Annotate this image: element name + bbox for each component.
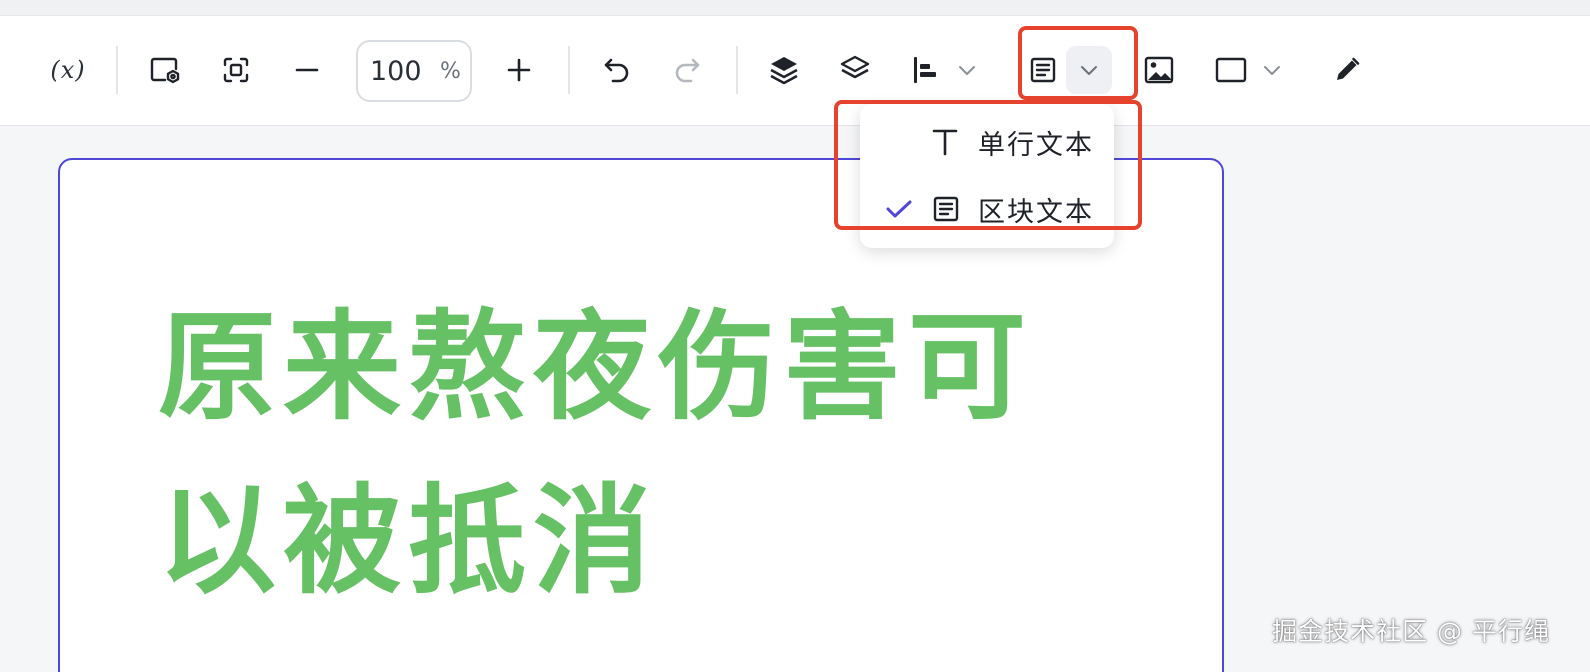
zoom-input[interactable]: 100 % bbox=[356, 40, 472, 102]
menu-item-label: 区块文本 bbox=[978, 196, 1094, 228]
preview-screen-icon bbox=[150, 57, 180, 84]
zoom-value: 100 bbox=[370, 55, 422, 87]
layer-up-icon bbox=[770, 57, 798, 85]
fit-screen-icon bbox=[223, 57, 249, 83]
minus-icon bbox=[295, 68, 319, 72]
toolbar-divider bbox=[116, 46, 118, 94]
image-icon bbox=[1144, 56, 1174, 84]
layers-icon bbox=[840, 55, 870, 83]
text-block-icon bbox=[1030, 57, 1056, 83]
preview-button[interactable] bbox=[149, 56, 181, 84]
fit-screen-button[interactable] bbox=[222, 56, 250, 84]
zoom-in-button[interactable] bbox=[506, 57, 532, 83]
rectangle-icon bbox=[1215, 57, 1247, 83]
zoom-unit: % bbox=[440, 58, 461, 84]
window-top-strip bbox=[0, 0, 1590, 16]
align-left-icon bbox=[914, 57, 936, 83]
variable-icon: (x) bbox=[50, 56, 86, 84]
toolbar-divider bbox=[568, 46, 570, 94]
zoom-out-button[interactable] bbox=[294, 57, 320, 83]
image-tool-button[interactable] bbox=[1144, 56, 1174, 84]
chevron-down-icon bbox=[1264, 66, 1280, 75]
chevron-down-icon bbox=[1081, 66, 1097, 75]
redo-button[interactable] bbox=[672, 56, 702, 84]
text-block-icon bbox=[933, 196, 959, 222]
undo-button[interactable] bbox=[602, 56, 632, 84]
bring-forward-button[interactable] bbox=[769, 55, 799, 85]
text-tool-button[interactable] bbox=[1029, 56, 1057, 84]
align-button[interactable] bbox=[912, 56, 976, 84]
check-icon bbox=[886, 200, 912, 218]
shape-tool-button[interactable] bbox=[1215, 57, 1281, 83]
redo-icon bbox=[675, 58, 700, 83]
pen-icon bbox=[1337, 57, 1360, 80]
variable-button[interactable]: (x) bbox=[50, 56, 85, 84]
text-tool-dropdown-toggle[interactable] bbox=[1066, 46, 1112, 94]
watermark: 掘金技术社区 @ 平行绳 bbox=[1272, 617, 1550, 646]
chevron-down-icon bbox=[959, 66, 975, 75]
plus-icon bbox=[507, 58, 531, 82]
menu-item-label: 单行文本 bbox=[978, 129, 1094, 161]
headline-text-block[interactable]: 原来熬夜伤害可以被抵消 bbox=[158, 280, 1118, 628]
undo-icon bbox=[604, 58, 629, 83]
layers-button[interactable] bbox=[840, 55, 870, 85]
menu-item-block-text[interactable]: 区块文本 bbox=[860, 179, 1114, 239]
text-type-menu: 单行文本 区块文本 bbox=[860, 104, 1114, 248]
menu-item-single-line-text[interactable]: 单行文本 bbox=[860, 112, 1114, 172]
toolbar-divider bbox=[736, 46, 738, 94]
editor-toolbar: (x) 100 % bbox=[0, 16, 1590, 126]
single-line-text-icon bbox=[932, 129, 958, 156]
pen-tool-button[interactable] bbox=[1333, 56, 1361, 84]
